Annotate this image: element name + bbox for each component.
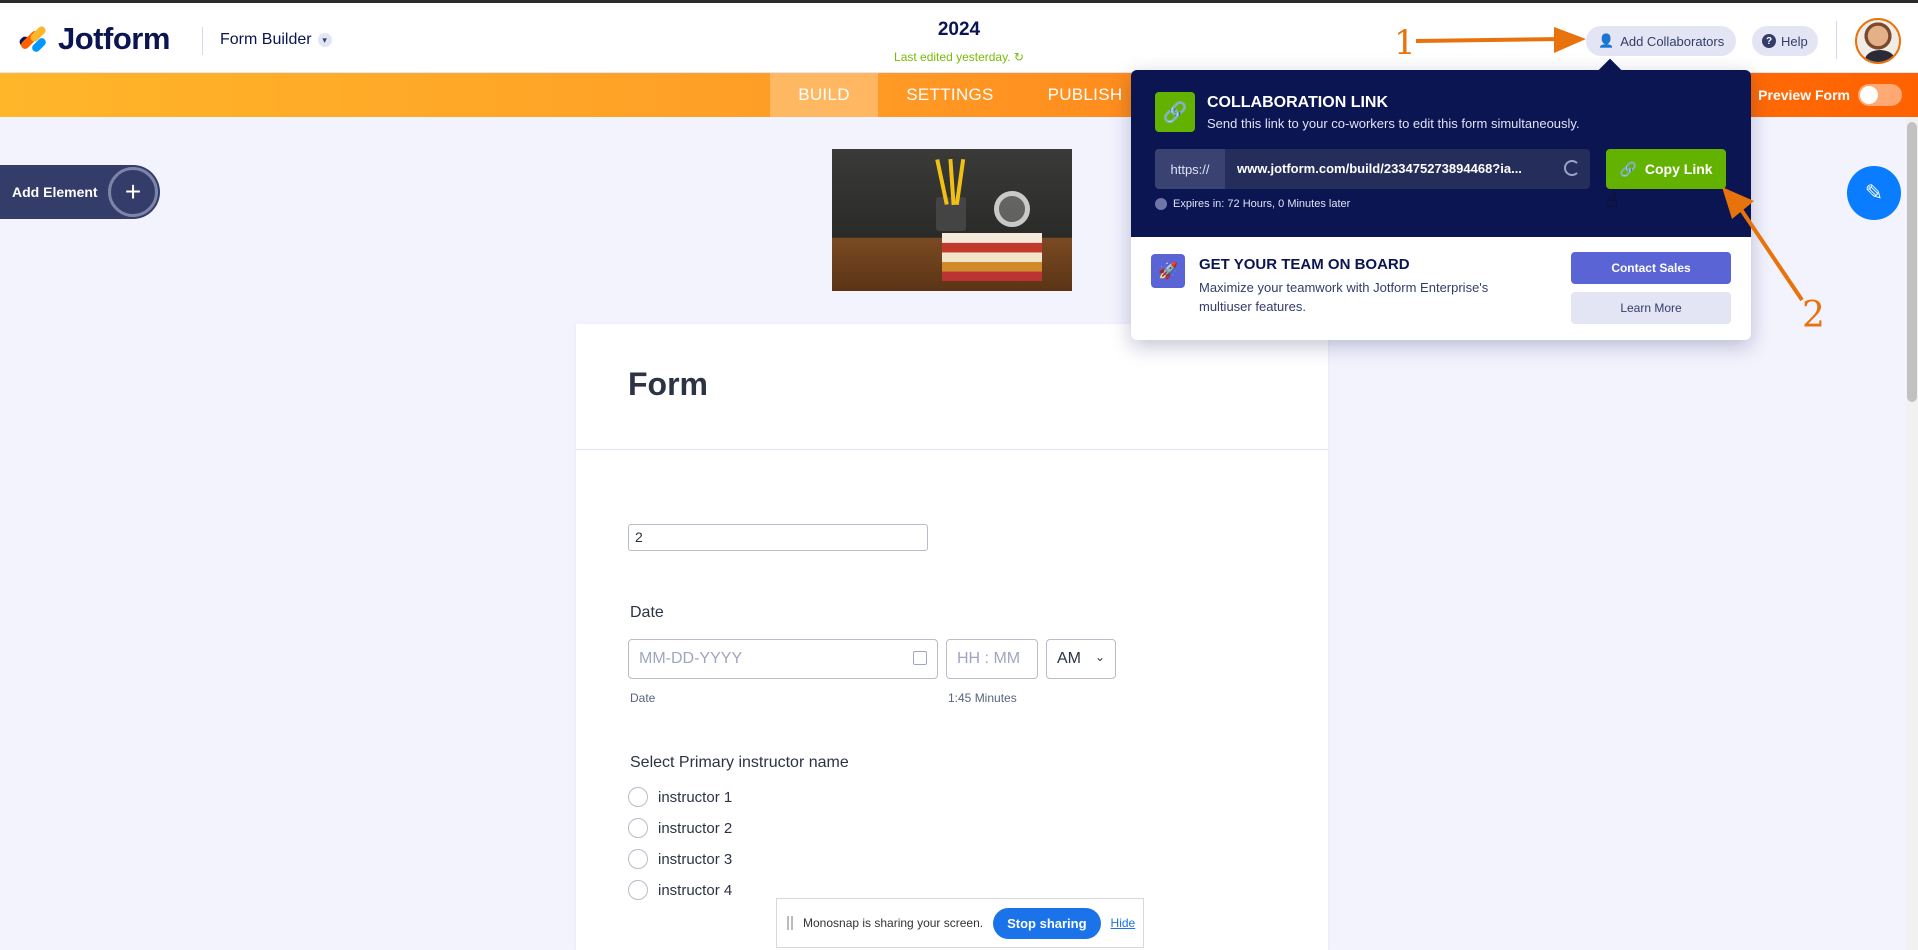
team-title: GET YOUR TEAM ON BOARD	[1199, 256, 1410, 273]
share-message: Monosnap is sharing your screen.	[803, 916, 984, 930]
preview-toggle-switch[interactable]	[1858, 84, 1902, 106]
tab-publish[interactable]: PUBLISH	[1030, 73, 1140, 117]
radio-button[interactable]	[628, 849, 648, 869]
radio-option[interactable]: instructor 3	[628, 849, 732, 869]
radio-button[interactable]	[628, 818, 648, 838]
radio-option-label: instructor 3	[658, 850, 733, 868]
add-element-button[interactable]: Add Element +	[0, 165, 160, 219]
annotation-number-1: 1	[1394, 23, 1416, 63]
time-sublabel: 1:45 Minutes	[948, 691, 1017, 705]
radio-option[interactable]: instructor 2	[628, 818, 732, 838]
radio-button[interactable]	[628, 787, 648, 807]
preview-form-label: Preview Form	[1758, 87, 1850, 103]
copy-link-button[interactable]: 🔗 Copy Link	[1606, 149, 1726, 189]
user-icon: 👤	[1598, 33, 1615, 48]
date-placeholder: MM-DD-YYYY	[639, 650, 743, 667]
help-label: Help	[1781, 33, 1808, 49]
screen-share-bar: Monosnap is sharing your screen. Stop sh…	[776, 898, 1144, 948]
annotation-arrow-2	[1722, 187, 1804, 302]
link-icon: 🔗	[1619, 160, 1637, 177]
form-title-heading[interactable]: Form	[628, 366, 708, 403]
radio-option[interactable]: instructor 4	[628, 880, 732, 900]
magnifying-glass	[994, 191, 1030, 227]
link-icon: 🔗	[1155, 92, 1195, 132]
url-protocol: https://	[1155, 149, 1225, 189]
user-avatar[interactable]	[1855, 18, 1901, 64]
drag-handle-icon[interactable]	[787, 916, 793, 930]
hide-link[interactable]: Hide	[1111, 916, 1136, 930]
preview-form-toggle[interactable]: Preview Form	[1758, 84, 1902, 106]
plus-icon: +	[108, 167, 158, 217]
refresh-icon[interactable]	[1564, 160, 1580, 176]
date-input[interactable]: MM-DD-YYYY	[628, 639, 938, 679]
form-header-image[interactable]	[832, 149, 1072, 291]
add-element-label: Add Element	[12, 184, 98, 200]
mouse-pointer-icon: ☝	[1606, 190, 1619, 212]
form-designer-button[interactable]: ✎	[1847, 166, 1901, 220]
tab-settings[interactable]: SETTINGS	[880, 73, 1020, 117]
date-question-label: Date	[630, 604, 664, 621]
undo-icon[interactable]: ↻	[1014, 50, 1024, 64]
book-stack	[942, 233, 1042, 281]
radio-option-label: instructor 4	[658, 881, 733, 899]
collaboration-url-field[interactable]: https:// www.jotform.com/build/233475273…	[1155, 149, 1590, 189]
collaboration-description: Send this link to your co-workers to edi…	[1207, 116, 1580, 131]
paint-roller-icon: ✎	[1864, 180, 1884, 205]
expiry-text: Expires in: 72 Hours, 0 Minutes later	[1173, 198, 1351, 210]
ampm-value: AM	[1057, 650, 1081, 667]
date-sublabel: Date	[630, 691, 656, 705]
add-collaborators-label: Add Collaborators	[1620, 33, 1725, 49]
expiry-info: Expires in: 72 Hours, 0 Minutes later	[1155, 198, 1350, 210]
radio-button[interactable]	[628, 880, 648, 900]
last-edited-text: Last edited yesterday.	[894, 50, 1011, 64]
add-collaborators-button[interactable]: 👤 Add Collaborators	[1586, 26, 1737, 56]
learn-more-button[interactable]: Learn More	[1571, 292, 1731, 324]
top-header: Jotform Form Builder ▾ 2024 Last edited …	[0, 0, 1918, 73]
header-divider-right	[1836, 21, 1837, 59]
help-button[interactable]: ? Help	[1752, 26, 1818, 56]
text-input-field[interactable]: 2	[628, 524, 928, 551]
radio-option-label: instructor 2	[658, 819, 733, 837]
collaboration-popover: 🔗 COLLABORATION LINK Send this link to y…	[1131, 70, 1751, 340]
ampm-select[interactable]: AM ⌄	[1046, 639, 1116, 679]
copy-link-label: Copy Link	[1644, 161, 1713, 177]
contact-sales-button[interactable]: Contact Sales	[1571, 252, 1731, 284]
collaboration-title: COLLABORATION LINK	[1207, 94, 1389, 111]
team-description: Maximize your teamwork with Jotform Ente…	[1199, 280, 1489, 314]
radio-option[interactable]: instructor 1	[628, 787, 732, 807]
annotation-arrow-1	[1415, 27, 1586, 53]
tab-build[interactable]: BUILD	[770, 73, 878, 117]
collaboration-link-section: 🔗 COLLABORATION LINK Send this link to y…	[1131, 70, 1751, 237]
question-icon: ?	[1762, 34, 1776, 48]
calendar-icon[interactable]	[913, 651, 927, 665]
scrollbar-thumb[interactable]	[1907, 122, 1917, 402]
form-card: Form 2 Date MM-DD-YYYY HH : MM AM ⌄ Date…	[576, 324, 1328, 950]
chevron-down-icon: ⌄	[1094, 650, 1105, 664]
form-divider	[576, 449, 1328, 450]
radio-option-label: instructor 1	[658, 788, 733, 806]
clock-icon	[1155, 198, 1167, 210]
stop-sharing-button[interactable]: Stop sharing	[993, 907, 1101, 939]
time-placeholder: HH : MM	[957, 650, 1021, 667]
rocket-icon: 🚀	[1151, 254, 1185, 288]
radio-question-label: Select Primary instructor name	[630, 754, 849, 771]
time-input[interactable]: HH : MM	[946, 639, 1038, 679]
url-text[interactable]: www.jotform.com/build/233475273894468?ia…	[1237, 161, 1522, 176]
annotation-number-2: 2	[1802, 295, 1825, 336]
